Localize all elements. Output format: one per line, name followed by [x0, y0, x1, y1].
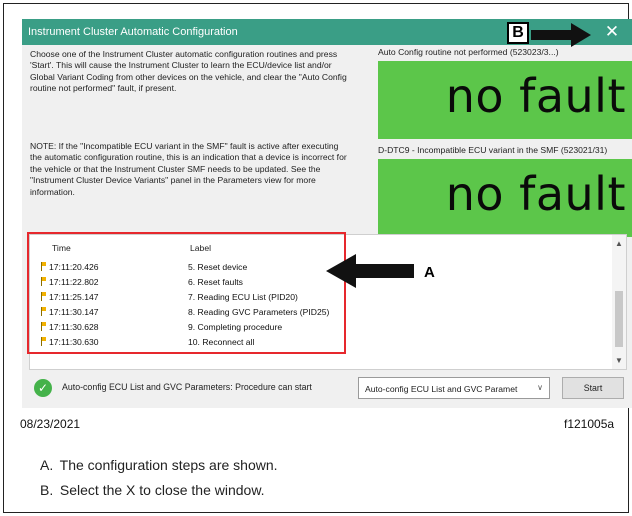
window-title: Instrument Cluster Automatic Configurati… [28, 26, 238, 38]
fault-status: no fault [445, 69, 626, 123]
log-row: 17:11:20.426 5. Reset device [30, 261, 350, 276]
log-label: 5. Reset device [188, 262, 248, 272]
figure-date: 08/23/2021 [20, 417, 81, 431]
arrow-left-icon [326, 254, 414, 288]
log-label: 9. Completing procedure [188, 322, 283, 332]
callout-b-label: B [507, 22, 529, 44]
caption-text: The configuration steps are shown. [59, 457, 278, 473]
start-button[interactable]: Start [562, 377, 624, 399]
status-bar: ✓ Auto-config ECU List and GVC Parameter… [22, 375, 632, 405]
log-label: 8. Reading GVC Parameters (PID25) [188, 307, 330, 317]
callout-a-label: A [424, 264, 435, 281]
instructions-text: Choose one of the Instrument Cluster aut… [30, 49, 347, 94]
callout-b: B [507, 22, 619, 48]
fault-label-incompatible-ecu: D-DTC9 - Incompatible ECU variant in the… [378, 145, 608, 155]
arrow-right-icon [531, 23, 591, 47]
select-value: Auto-config ECU List and GVC Paramet [365, 384, 518, 394]
note-text: NOTE: If the "Incompatible ECU variant i… [30, 141, 347, 197]
fault-panel-auto-config: no fault [378, 61, 632, 139]
log-row: 17:11:30.630 10. Reconnect all [30, 336, 350, 351]
fault-label-auto-config: Auto Config routine not performed (52302… [378, 47, 559, 57]
caption-text: Select the X to close the window. [59, 482, 265, 498]
log-time: 17:11:30.628 [49, 322, 99, 332]
log-time: 17:11:20.426 [49, 262, 99, 272]
log-row: 17:11:22.802 6. Reset faults [30, 276, 350, 291]
figure-id: f121005a [564, 417, 615, 431]
fault-status: no fault [445, 167, 626, 221]
log-label: 7. Reading ECU List (PID20) [188, 292, 298, 302]
log-time: 17:11:22.802 [49, 277, 99, 287]
flag-icon [41, 292, 46, 301]
log-label: 10. Reconnect all [188, 337, 255, 347]
log-scrollbar[interactable]: ▲ ▼ [612, 235, 626, 369]
flag-icon [41, 307, 46, 316]
fault-panel-incompatible-ecu: no fault [378, 159, 632, 237]
config-window: Instrument Cluster Automatic Configurati… [22, 19, 632, 408]
log-time: 17:11:25.147 [49, 292, 99, 302]
log-time: 17:11:30.630 [49, 337, 99, 347]
status-message: Auto-config ECU List and GVC Parameters:… [62, 382, 312, 392]
log-row: 17:11:30.628 9. Completing procedure [30, 321, 350, 336]
flag-icon [41, 277, 46, 286]
flag-icon [41, 322, 46, 331]
log-row: 17:11:25.147 7. Reading ECU List (PID20) [30, 291, 350, 306]
caption-a: A. The configuration steps are shown. [40, 457, 278, 473]
scroll-thumb[interactable] [615, 291, 623, 347]
chevron-down-icon: ∨ [537, 383, 543, 392]
log-row: 17:11:30.147 8. Reading GVC Parameters (… [30, 306, 350, 321]
checkmark-icon: ✓ [34, 379, 52, 397]
config-mode-select[interactable]: Auto-config ECU List and GVC Paramet ∨ [358, 377, 550, 399]
caption-b: B. Select the X to close the window. [40, 482, 265, 498]
scroll-down-icon[interactable]: ▼ [615, 356, 623, 365]
caption-letter: B. [40, 482, 54, 498]
column-header-label: Label [190, 243, 212, 253]
caption-letter: A. [40, 457, 54, 473]
scroll-up-icon[interactable]: ▲ [615, 239, 623, 248]
log-label: 6. Reset faults [188, 277, 243, 287]
callout-a: A [326, 254, 436, 288]
column-header-time: Time [52, 243, 71, 253]
log-time: 17:11:30.147 [49, 307, 99, 317]
flag-icon [41, 262, 46, 271]
flag-icon [41, 337, 46, 346]
